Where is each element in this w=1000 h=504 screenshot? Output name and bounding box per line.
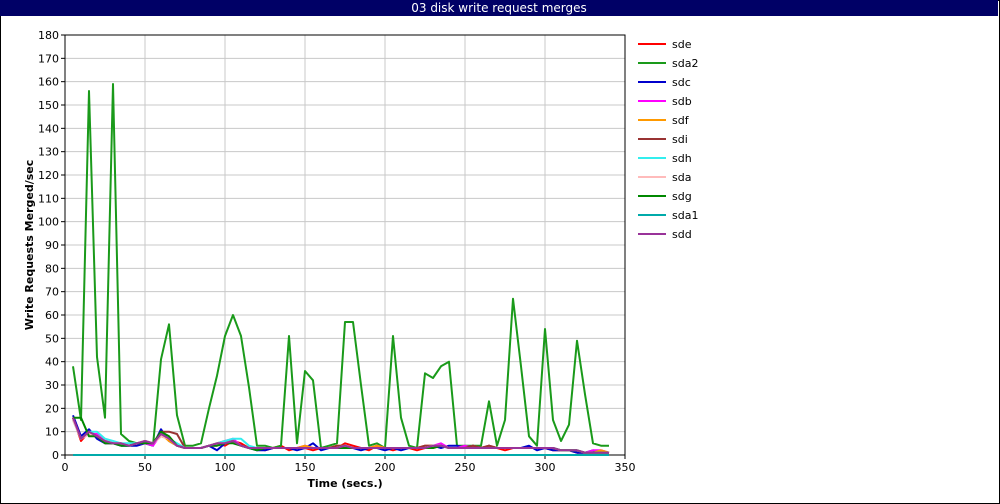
x-tick-label: 300 — [535, 461, 556, 474]
legend-label-sdd: sdd — [672, 228, 692, 241]
y-tick-label: 150 — [38, 99, 59, 112]
series-line-sda2 — [72, 83, 609, 449]
y-tick-label: 70 — [45, 286, 59, 299]
y-tick-label: 30 — [45, 379, 59, 392]
legend-label-sdi: sdi — [672, 133, 688, 146]
x-axis-ticks: 0 50 100 150 200 250 300 350 — [62, 455, 636, 474]
y-tick-label: 20 — [45, 402, 59, 415]
x-tick-label: 250 — [455, 461, 476, 474]
x-tick-label: 350 — [615, 461, 636, 474]
x-tick-label: 200 — [375, 461, 396, 474]
legend-label-sda: sda — [672, 171, 691, 184]
series-lines — [72, 83, 610, 456]
y-tick-label: 120 — [38, 169, 59, 182]
legend-label-sdg: sdg — [672, 190, 692, 203]
y-tick-label: 180 — [38, 29, 59, 42]
x-axis-label: Time (secs.) — [307, 477, 382, 490]
y-axis-ticks: 0 10 20 30 40 50 60 70 80 90 100 110 120 130 140 150 160… — [38, 29, 65, 462]
y-tick-label: 130 — [38, 146, 59, 159]
y-tick-label: 160 — [38, 76, 59, 89]
legend: sde sda2 sdc sdb sdf sdi sdh sda sdg sda1 sdd — [638, 38, 698, 241]
legend-label-sdb: sdb — [672, 95, 692, 108]
y-tick-label: 60 — [45, 309, 59, 322]
legend-label-sdf: sdf — [672, 114, 690, 127]
y-tick-label: 40 — [45, 356, 59, 369]
x-tick-label: 150 — [295, 461, 316, 474]
y-tick-label: 90 — [45, 239, 59, 252]
legend-label-sda1: sda1 — [672, 209, 698, 222]
y-tick-label: 80 — [45, 262, 59, 275]
legend-label-sda2: sda2 — [672, 57, 698, 70]
line-chart: 0 10 20 30 40 50 60 70 80 90 100 110 120 130 140 150 160… — [23, 29, 698, 490]
y-tick-label: 100 — [38, 216, 59, 229]
legend-label-sdh: sdh — [672, 152, 692, 165]
legend-label-sde: sde — [672, 38, 692, 51]
x-tick-label: 0 — [62, 461, 69, 474]
y-tick-label: 0 — [52, 449, 59, 462]
x-tick-label: 50 — [138, 461, 152, 474]
y-tick-label: 50 — [45, 332, 59, 345]
y-tick-label: 10 — [45, 426, 59, 439]
y-tick-label: 170 — [38, 52, 59, 65]
y-tick-label: 110 — [38, 192, 59, 205]
y-axis-label: Write Requests Merged/sec — [23, 160, 36, 331]
legend-label-sdc: sdc — [672, 76, 691, 89]
y-tick-label: 140 — [38, 122, 59, 135]
x-tick-label: 100 — [215, 461, 236, 474]
